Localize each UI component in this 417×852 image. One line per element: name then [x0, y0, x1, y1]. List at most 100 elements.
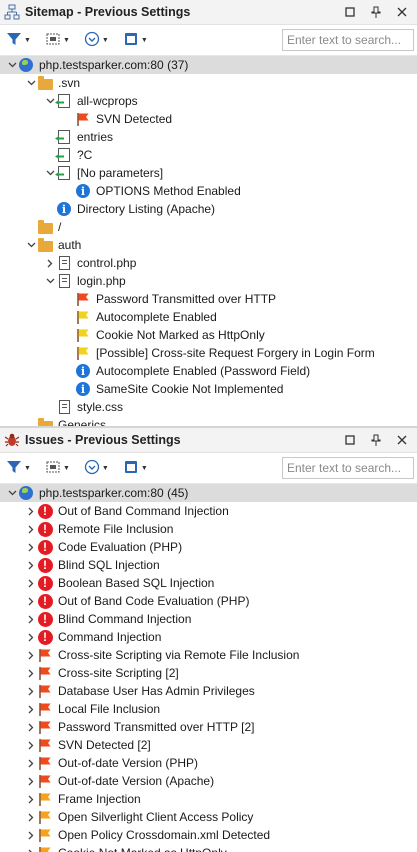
- chevron-right-icon[interactable]: [25, 646, 37, 664]
- tree-row[interactable]: style.css: [0, 398, 417, 416]
- chevron-right-icon[interactable]: [25, 556, 37, 574]
- layout-dropdown[interactable]: ▼: [45, 28, 70, 52]
- chevron-down-icon[interactable]: [6, 484, 18, 502]
- chevron-right-icon[interactable]: [25, 520, 37, 538]
- tree-row[interactable]: i Directory Listing (Apache): [0, 200, 417, 218]
- critical-icon: !: [37, 611, 53, 627]
- chevron-right-icon[interactable]: [25, 808, 37, 826]
- options-dropdown[interactable]: ▼: [84, 456, 109, 480]
- tree-row[interactable]: Database User Has Admin Privileges: [0, 682, 417, 700]
- tree-row[interactable]: php.testsparker.com:80 (37): [0, 56, 417, 74]
- tree-row[interactable]: [Possible] Cross-site Request Forgery in…: [0, 344, 417, 362]
- tree-row[interactable]: entries: [0, 128, 417, 146]
- chevron-right-icon[interactable]: [25, 610, 37, 628]
- tree-row[interactable]: Out-of-date Version (Apache): [0, 772, 417, 790]
- chevron-right-icon[interactable]: [25, 700, 37, 718]
- tree-row[interactable]: ! Out of Band Code Evaluation (PHP): [0, 592, 417, 610]
- tree-row[interactable]: Local File Inclusion: [0, 700, 417, 718]
- chevron-down-icon[interactable]: [44, 272, 56, 290]
- view-dropdown[interactable]: ▼: [123, 456, 148, 480]
- chevron-down-icon[interactable]: [44, 92, 56, 110]
- tree-row[interactable]: all-wcprops: [0, 92, 417, 110]
- close-button[interactable]: [391, 429, 413, 451]
- chevron-right-icon[interactable]: [25, 574, 37, 592]
- chevron-down-icon: ▼: [140, 36, 148, 44]
- chevron-right-icon[interactable]: [25, 718, 37, 736]
- tree-row[interactable]: Autocomplete Enabled: [0, 308, 417, 326]
- tree-row[interactable]: Cross-site Scripting via Remote File Inc…: [0, 646, 417, 664]
- tree-row[interactable]: Cookie Not Marked as HttpOnly: [0, 844, 417, 852]
- pin-icon[interactable]: [365, 1, 387, 23]
- tree-row[interactable]: .svn: [0, 74, 417, 92]
- chevron-right-icon[interactable]: [25, 844, 37, 852]
- chevron-right-icon[interactable]: [25, 664, 37, 682]
- tree-row[interactable]: SVN Detected: [0, 110, 417, 128]
- tree-row-label: OPTIONS Method Enabled: [96, 184, 241, 198]
- close-button[interactable]: [391, 1, 413, 23]
- tree-row[interactable]: Password Transmitted over HTTP [2]: [0, 718, 417, 736]
- tree-row-label: auth: [58, 238, 82, 252]
- chevron-down-icon[interactable]: [25, 74, 37, 92]
- chevron-down-icon[interactable]: [6, 56, 18, 74]
- sitemap-search-input[interactable]: [282, 29, 414, 51]
- chevron-right-icon[interactable]: [25, 736, 37, 754]
- chevron-right-icon[interactable]: [25, 592, 37, 610]
- tree-row[interactable]: Open Silverlight Client Access Policy: [0, 808, 417, 826]
- tree-row[interactable]: ! Blind SQL Injection: [0, 556, 417, 574]
- tree-row[interactable]: i Autocomplete Enabled (Password Field): [0, 362, 417, 380]
- tree-row[interactable]: Frame Injection: [0, 790, 417, 808]
- tree-row[interactable]: ! Remote File Inclusion: [0, 520, 417, 538]
- chevron-right-icon[interactable]: [25, 682, 37, 700]
- tree-row[interactable]: Open Policy Crossdomain.xml Detected: [0, 826, 417, 844]
- filter-dropdown[interactable]: ▼: [6, 456, 31, 480]
- tree-row[interactable]: /: [0, 218, 417, 236]
- tree-row[interactable]: SVN Detected [2]: [0, 736, 417, 754]
- tree-row[interactable]: Generics: [0, 416, 417, 426]
- chevron-right-icon[interactable]: [25, 628, 37, 646]
- chevron-right-icon[interactable]: [44, 254, 56, 272]
- tree-row-label: [Possible] Cross-site Request Forgery in…: [96, 346, 375, 360]
- layout-dropdown[interactable]: ▼: [45, 456, 70, 480]
- chevron-right-icon[interactable]: [25, 790, 37, 808]
- tree-row[interactable]: Out-of-date Version (PHP): [0, 754, 417, 772]
- tree-row[interactable]: ! Boolean Based SQL Injection: [0, 574, 417, 592]
- tree-row[interactable]: Cross-site Scripting [2]: [0, 664, 417, 682]
- chevron-right-icon[interactable]: [25, 538, 37, 556]
- tree-row[interactable]: ! Blind Command Injection: [0, 610, 417, 628]
- chevron-right-icon[interactable]: [25, 502, 37, 520]
- pin-icon[interactable]: [365, 429, 387, 451]
- tree-row[interactable]: ! Out of Band Command Injection: [0, 502, 417, 520]
- chevron-down-icon[interactable]: [25, 236, 37, 254]
- chevron-down-icon[interactable]: [44, 164, 56, 182]
- tree-row[interactable]: Cookie Not Marked as HttpOnly: [0, 326, 417, 344]
- tree-row-label: Boolean Based SQL Injection: [58, 576, 215, 590]
- chevron-right-icon[interactable]: [25, 772, 37, 790]
- maximize-button[interactable]: [339, 1, 361, 23]
- chevron-right-icon[interactable]: [25, 754, 37, 772]
- param-file-icon: [56, 165, 72, 181]
- tree-row-label: Local File Inclusion: [58, 702, 161, 716]
- options-dropdown[interactable]: ▼: [84, 28, 109, 52]
- tree-row[interactable]: i SameSite Cookie Not Implemented: [0, 380, 417, 398]
- tree-row[interactable]: ! Command Injection: [0, 628, 417, 646]
- chevron-right-icon[interactable]: [25, 826, 37, 844]
- tree-row[interactable]: php.testsparker.com:80 (45): [0, 484, 417, 502]
- tree-row[interactable]: Password Transmitted over HTTP: [0, 290, 417, 308]
- tree-row[interactable]: i OPTIONS Method Enabled: [0, 182, 417, 200]
- view-dropdown[interactable]: ▼: [123, 28, 148, 52]
- tree-row-label: all-wcprops: [77, 94, 138, 108]
- tree-row[interactable]: control.php: [0, 254, 417, 272]
- tree-row[interactable]: ! Code Evaluation (PHP): [0, 538, 417, 556]
- filter-dropdown[interactable]: ▼: [6, 28, 31, 52]
- issues-search-input[interactable]: [282, 457, 414, 479]
- maximize-button[interactable]: [339, 429, 361, 451]
- tree-row[interactable]: auth: [0, 236, 417, 254]
- sitemap-toolbar: ▼ ▼ ▼ ▼: [0, 25, 417, 56]
- tree-row[interactable]: [No parameters]: [0, 164, 417, 182]
- red-flag-icon: [37, 701, 53, 717]
- tree-row[interactable]: login.php: [0, 272, 417, 290]
- tree-row[interactable]: ?C: [0, 146, 417, 164]
